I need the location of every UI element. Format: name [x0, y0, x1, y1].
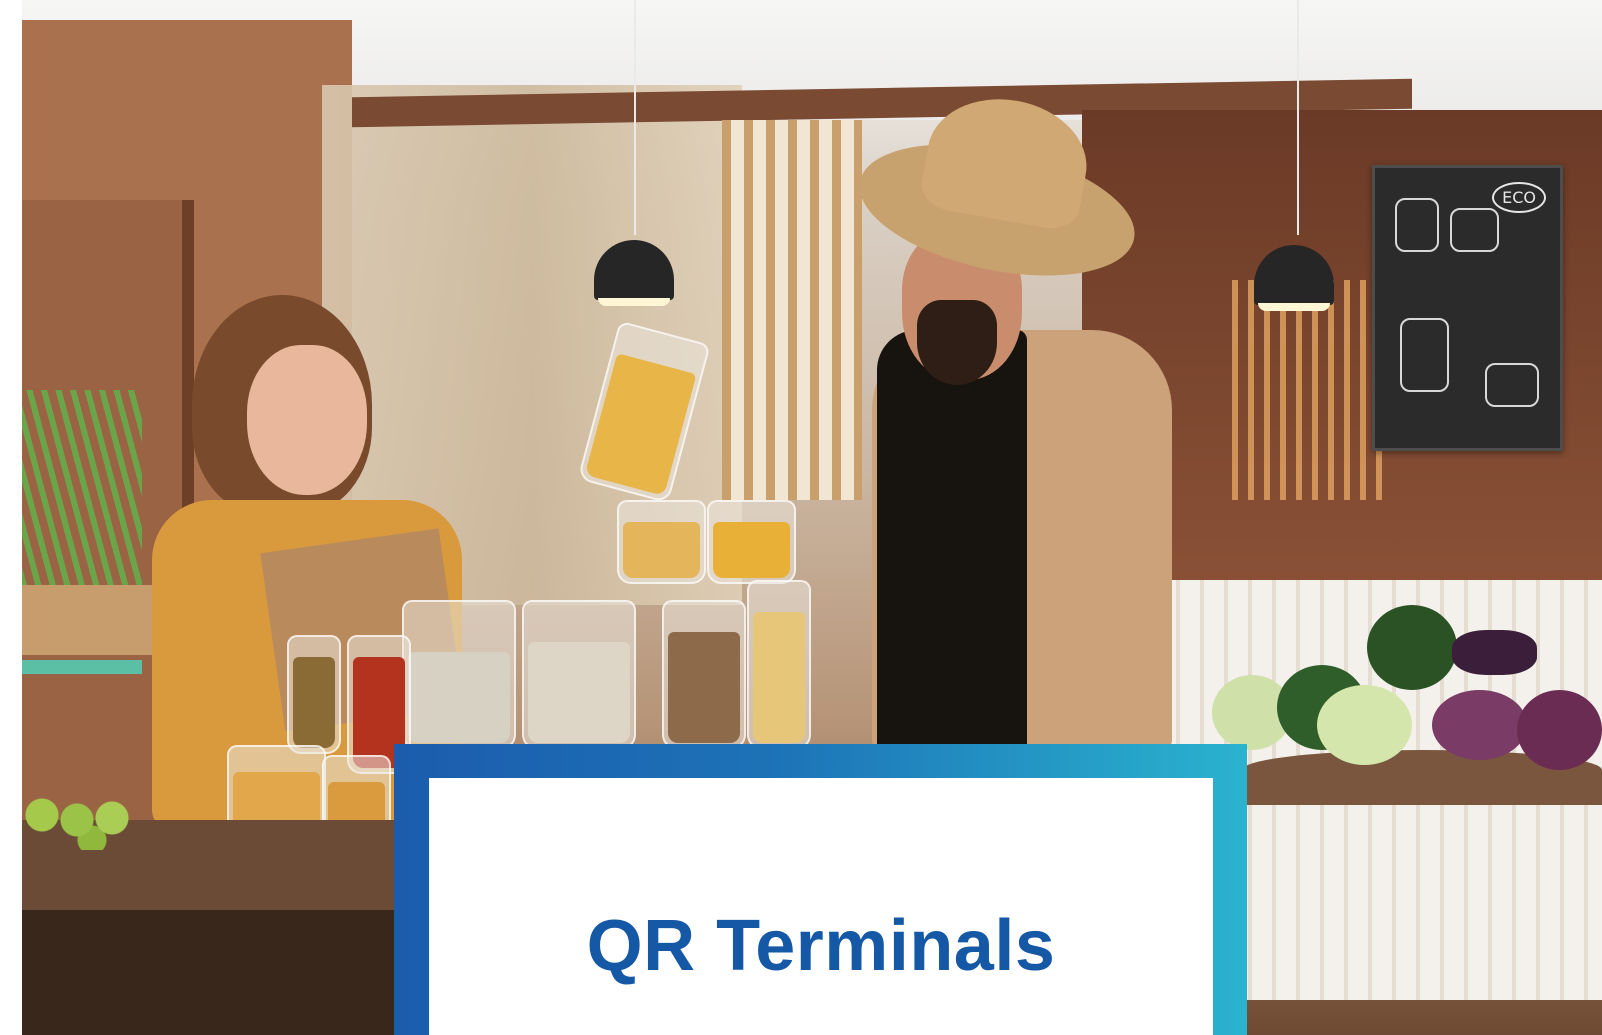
cabbage — [1317, 685, 1412, 765]
wooden-crate — [22, 585, 157, 655]
right-slat-decor — [1232, 280, 1392, 500]
jar-fill — [528, 642, 630, 743]
jar — [522, 600, 636, 749]
red-cabbage — [1432, 690, 1527, 760]
jar-fill — [713, 522, 790, 578]
title-card: QR Terminals — [429, 778, 1213, 1035]
jar — [707, 500, 796, 584]
man-beard — [917, 300, 997, 385]
woman-face — [247, 345, 367, 495]
jar-fill — [753, 612, 805, 743]
jar-fill — [408, 652, 510, 743]
table-base — [22, 910, 442, 1035]
lamp-cord — [1297, 0, 1299, 235]
watermelon — [1367, 605, 1457, 690]
chalkboard-label: ECO — [1492, 182, 1546, 213]
green-apples — [22, 790, 152, 850]
title-card-frame: QR Terminals — [394, 744, 1247, 1035]
red-cabbage — [1517, 690, 1602, 770]
jar — [617, 500, 706, 584]
chalk-bag-doodle — [1485, 363, 1539, 407]
green-onions — [22, 390, 142, 590]
page-title: QR Terminals — [586, 906, 1056, 986]
jar-fill — [668, 632, 740, 743]
jar — [662, 600, 746, 749]
chalkboard: ECO — [1372, 165, 1563, 451]
chalk-jar-doodle — [1400, 318, 1449, 392]
jar — [402, 600, 516, 749]
wood-slat-partition — [722, 120, 862, 500]
grapes — [1452, 630, 1537, 675]
jar-fill — [623, 522, 700, 578]
man-apron — [877, 330, 1027, 750]
chalk-jar-doodle — [1395, 198, 1439, 252]
sauce-bottle — [287, 635, 341, 754]
jar — [747, 580, 811, 749]
jar-fill — [293, 657, 335, 748]
lamp-cord — [634, 0, 636, 235]
chalk-bottle-doodle — [1450, 208, 1499, 252]
green-shelf — [22, 660, 142, 674]
